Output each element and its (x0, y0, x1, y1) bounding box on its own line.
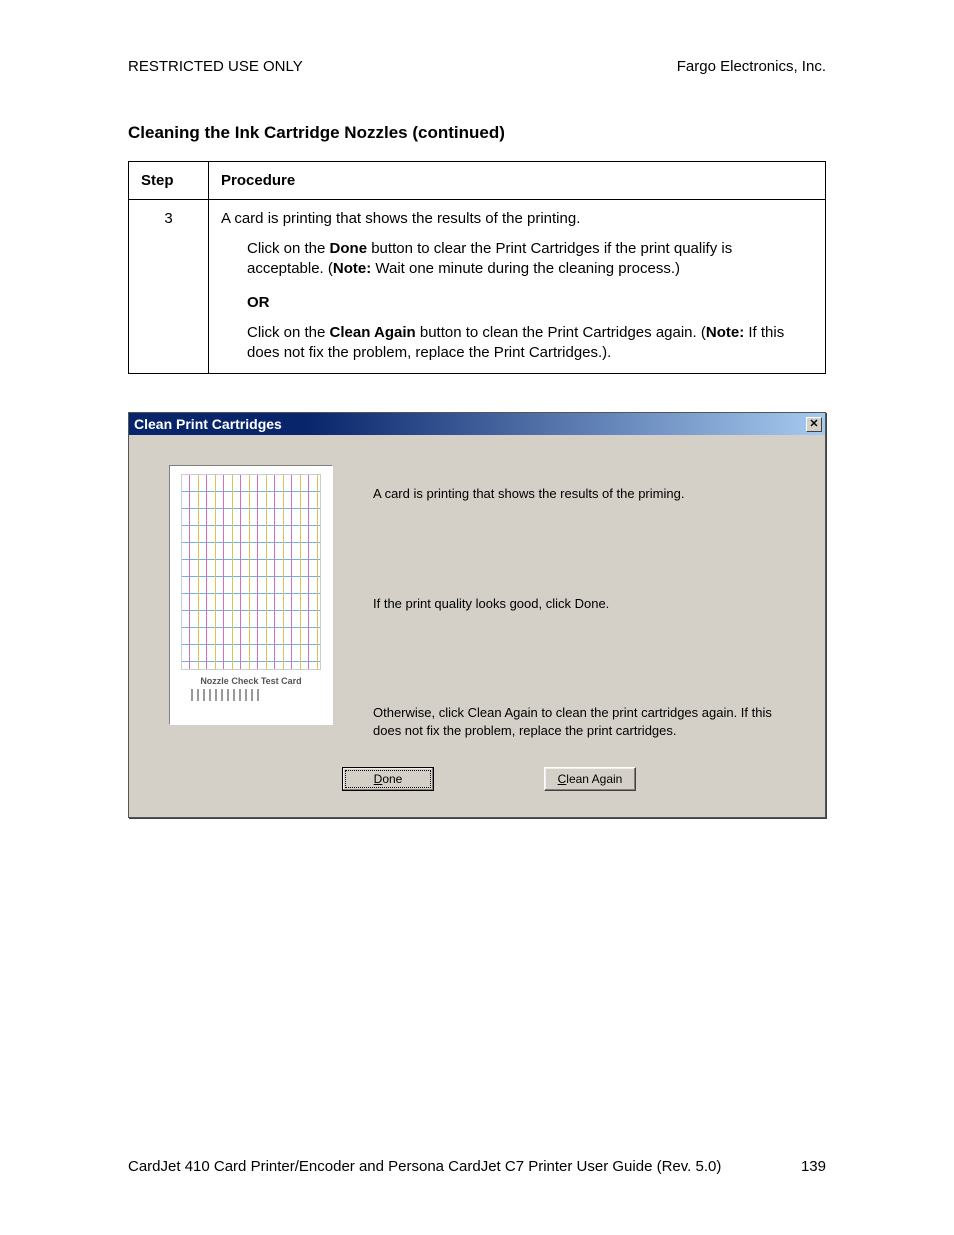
procedure-table: Step Procedure 3 A card is printing that… (128, 161, 826, 374)
dialog-body: Nozzle Check Test Card A card is printin… (129, 435, 825, 749)
clean-again-button[interactable]: Clean Again (544, 767, 636, 791)
clean-print-cartridges-dialog: Clean Print Cartridges ✕ Nozzle Check Te… (128, 412, 826, 818)
dialog-p3: Otherwise, click Clean Again to clean th… (373, 704, 795, 739)
page-number: 139 (801, 1158, 826, 1175)
dialog-p2: If the print quality looks good, click D… (373, 595, 795, 613)
clean-again-label: lean Again (566, 772, 622, 786)
proc-line-2: Click on the Done button to clear the Pr… (247, 239, 813, 280)
table-row: 3 A card is printing that shows the resu… (129, 200, 826, 374)
dialog-p1: A card is printing that shows the result… (373, 485, 795, 503)
table-header-row: Step Procedure (129, 162, 826, 200)
proc-line-1: A card is printing that shows the result… (221, 210, 813, 227)
col-step: Step (129, 162, 209, 200)
close-icon[interactable]: ✕ (806, 417, 822, 432)
page-footer: CardJet 410 Card Printer/Encoder and Per… (128, 1158, 826, 1175)
proc-or: OR (247, 294, 813, 311)
test-card-label: Nozzle Check Test Card (200, 676, 301, 686)
done-label: one (382, 772, 402, 786)
page-header: RESTRICTED USE ONLY Fargo Electronics, I… (128, 58, 826, 75)
proc-line-3: Click on the Clean Again button to clean… (247, 323, 813, 364)
dialog-button-row: Done Clean Again (309, 749, 669, 817)
dialog-title: Clean Print Cartridges (134, 416, 282, 432)
test-card-preview: Nozzle Check Test Card (169, 465, 333, 725)
step-number: 3 (129, 200, 209, 374)
mini-bars-icon (191, 689, 311, 707)
col-procedure: Procedure (209, 162, 826, 200)
dialog-text: A card is printing that shows the result… (373, 465, 795, 739)
header-right: Fargo Electronics, Inc. (677, 58, 826, 75)
section-title: Cleaning the Ink Cartridge Nozzles (cont… (128, 123, 826, 143)
header-left: RESTRICTED USE ONLY (128, 58, 303, 75)
dialog-titlebar[interactable]: Clean Print Cartridges ✕ (129, 413, 825, 435)
footer-text: CardJet 410 Card Printer/Encoder and Per… (128, 1158, 721, 1175)
nozzle-grid-icon (181, 474, 321, 670)
done-button[interactable]: Done (342, 767, 434, 791)
procedure-cell: A card is printing that shows the result… (209, 200, 826, 374)
